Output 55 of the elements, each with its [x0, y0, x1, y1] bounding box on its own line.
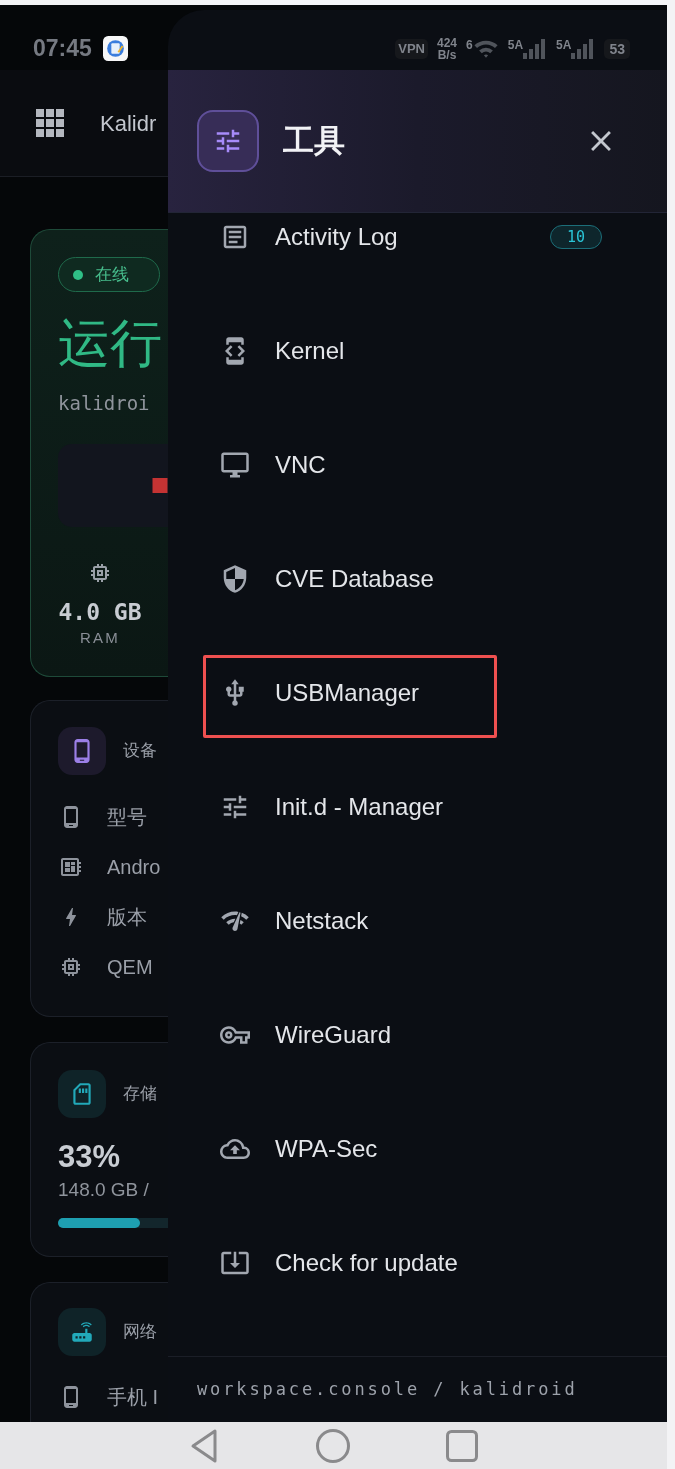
status-time: 07:45: [33, 34, 92, 64]
signal-label: 5A: [507, 38, 524, 51]
stat-label: RAM: [79, 629, 121, 647]
vpn-indicator: VPN: [395, 38, 428, 59]
menu-item[interactable]: USBManager: [197, 669, 638, 717]
menu-item[interactable]: VNC: [197, 441, 638, 489]
signal-icon: [571, 38, 596, 59]
status-heading: 运行: [58, 313, 163, 374]
phone-icon: [58, 727, 106, 775]
recents-icon[interactable]: [446, 1429, 478, 1462]
card-title: 存储: [123, 1083, 157, 1106]
stat-value: 4.0 GB: [58, 598, 142, 626]
info-label: Andro: [107, 855, 161, 880]
signal-icon: [523, 38, 548, 59]
circuit-board-icon: [59, 855, 83, 879]
wifi-icon: [472, 39, 499, 58]
chip-icon: [88, 561, 112, 585]
router-icon: [58, 1308, 106, 1356]
signal-label: 5A: [556, 38, 572, 51]
menu-item[interactable]: Activity Log 10: [197, 213, 638, 261]
info-label: QEM: [107, 955, 153, 980]
app-title: Kalidr: [100, 109, 157, 138]
menu-item[interactable]: Kernel: [197, 327, 638, 375]
chip-icon: [59, 955, 83, 979]
grid-menu-icon[interactable]: [36, 109, 64, 137]
storage-usage: 148.0 GB /: [58, 1178, 150, 1202]
notes-app-icon: [102, 36, 128, 61]
drawer-title: 工具: [283, 121, 345, 160]
menu-item[interactable]: WireGuard: [197, 1011, 638, 1059]
network-speed-unit: B/s: [437, 48, 457, 61]
info-label: 版本: [107, 905, 147, 930]
host-name: kalidroi: [58, 391, 151, 415]
menu-item[interactable]: Init.d - Manager: [197, 783, 638, 831]
card-title: 网络: [123, 1321, 157, 1344]
workspace-path: workspace.console / kalidroid: [197, 1377, 578, 1401]
status-badge-label: 在线: [95, 263, 129, 286]
card-title: 设备: [123, 740, 157, 763]
menu-item[interactable]: Check for update: [197, 1239, 638, 1287]
count-badge: 10: [549, 225, 602, 249]
wifi-label: 6: [466, 39, 473, 51]
back-icon[interactable]: [189, 1427, 219, 1464]
battery-indicator: 53: [604, 38, 630, 59]
info-label: 手机 I: [107, 1385, 159, 1410]
menu-item[interactable]: WPA-Sec: [197, 1125, 638, 1173]
menu-item[interactable]: CVE Database: [197, 555, 638, 603]
monitor-icon: [220, 450, 250, 480]
sd-card-icon: [58, 1070, 106, 1118]
info-label: 型号: [107, 805, 147, 830]
sliders-icon: [197, 110, 259, 172]
menu-item[interactable]: Netstack: [197, 897, 638, 945]
home-icon[interactable]: [315, 1427, 351, 1464]
status-dot-icon: [73, 269, 83, 280]
network-speed-value: 424: [437, 36, 458, 49]
storage-percent: 33%: [58, 1139, 122, 1175]
stop-icon[interactable]: [152, 478, 168, 493]
